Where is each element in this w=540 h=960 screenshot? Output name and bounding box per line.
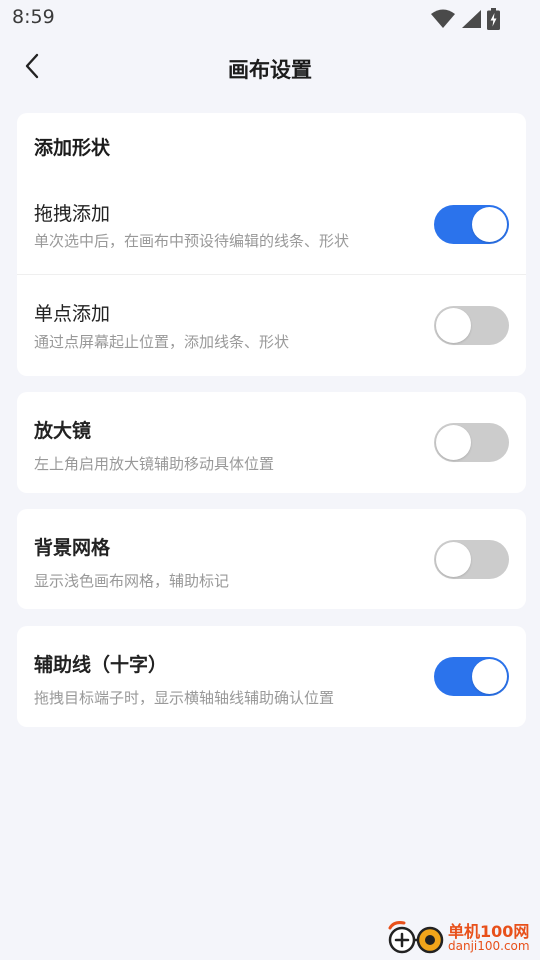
setting-description: 通过点屏幕起止位置，添加线条、形状 xyxy=(34,333,290,351)
page-title: 画布设置 xyxy=(228,58,312,82)
setting-row-magnifier: 放大镜 左上角启用放大镜辅助移动具体位置 xyxy=(17,392,526,492)
setting-row-guide-lines: 辅助线（十字） 拖拽目标端子时，显示横轴轴线辅助确认位置 xyxy=(17,626,526,726)
toggle-knob xyxy=(436,542,471,577)
setting-row-tap-add: 单点添加 通过点屏幕起止位置，添加线条、形状 xyxy=(17,275,526,375)
setting-title: 单点添加 xyxy=(34,303,111,325)
toggle-switch[interactable] xyxy=(434,657,509,696)
setting-description: 左上角启用放大镜辅助移动具体位置 xyxy=(34,455,275,473)
setting-title: 辅助线（十字） xyxy=(34,654,168,676)
nav-bar: 画布设置 xyxy=(0,40,540,96)
setting-title: 放大镜 xyxy=(34,420,92,442)
card-magnifier: 放大镜 左上角启用放大镜辅助移动具体位置 xyxy=(17,392,526,493)
setting-description: 单次选中后，在画布中预设待编辑的线条、形状 xyxy=(34,232,350,250)
section-header: 添加形状 xyxy=(34,137,111,159)
watermark: 单机100网 danji100.com xyxy=(384,918,534,958)
status-bar: 8:59 xyxy=(0,0,540,36)
setting-description: 显示浅色画布网格，辅助标记 xyxy=(34,572,230,590)
setting-row-drag-add: 拖拽添加 单次选中后，在画布中预设待编辑的线条、形状 xyxy=(17,175,526,275)
status-icons xyxy=(431,8,500,34)
toggle-knob xyxy=(472,659,507,694)
watermark-logo-icon xyxy=(384,920,446,956)
toggle-knob xyxy=(436,308,471,343)
toggle-switch[interactable] xyxy=(434,205,509,244)
watermark-url: danji100.com xyxy=(448,939,530,953)
signal-icon xyxy=(461,9,481,33)
status-time: 8:59 xyxy=(12,6,55,28)
setting-row-background-grid: 背景网格 显示浅色画布网格，辅助标记 xyxy=(17,509,526,609)
setting-description: 拖拽目标端子时，显示横轴轴线辅助确认位置 xyxy=(34,689,335,707)
setting-title: 背景网格 xyxy=(34,537,111,559)
toggle-knob xyxy=(436,425,471,460)
battery-charging-icon xyxy=(487,8,500,34)
card-background-grid: 背景网格 显示浅色画布网格，辅助标记 xyxy=(17,509,526,609)
toggle-knob xyxy=(472,207,507,242)
toggle-switch[interactable] xyxy=(434,306,509,345)
card-add-shape: 添加形状 拖拽添加 单次选中后，在画布中预设待编辑的线条、形状 单点添加 通过点… xyxy=(17,113,526,376)
wifi-icon xyxy=(431,9,455,33)
toggle-switch[interactable] xyxy=(434,540,509,579)
toggle-switch[interactable] xyxy=(434,423,509,462)
setting-title: 拖拽添加 xyxy=(34,203,111,225)
card-guide-lines: 辅助线（十字） 拖拽目标端子时，显示横轴轴线辅助确认位置 xyxy=(17,626,526,727)
